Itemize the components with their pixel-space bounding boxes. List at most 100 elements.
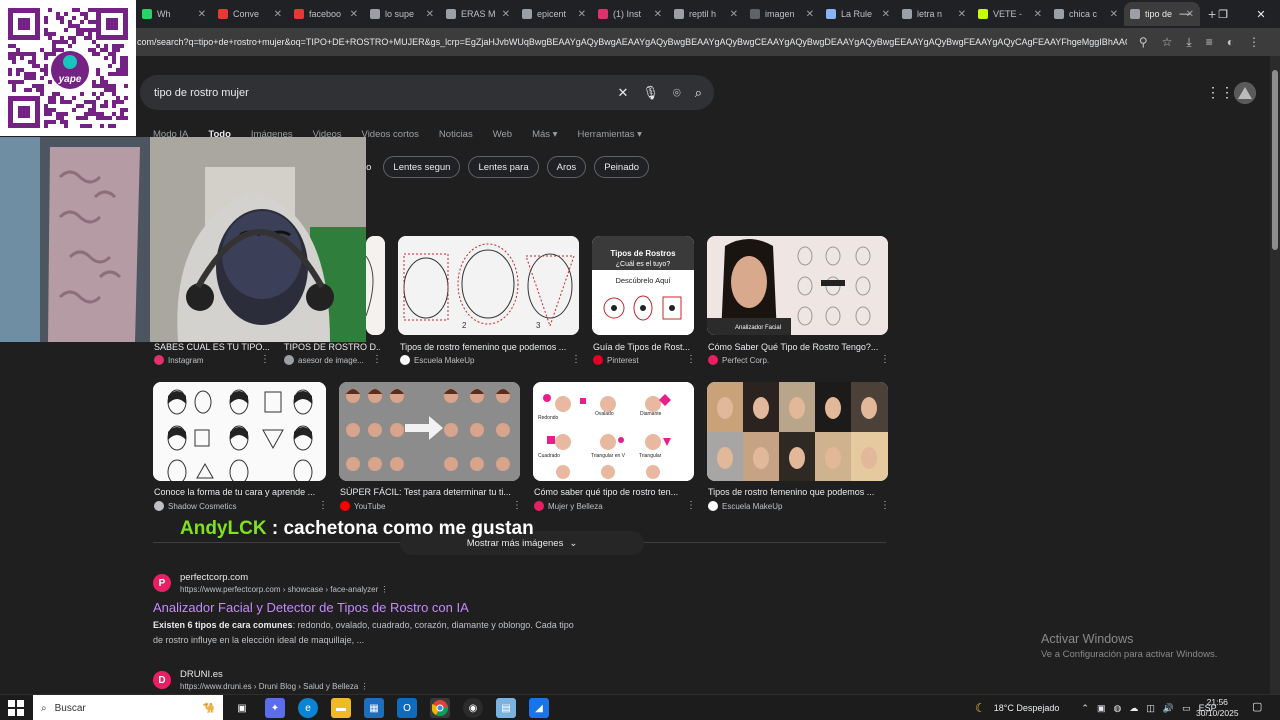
- close-tab-icon[interactable]: ✕: [654, 9, 662, 20]
- more-options-icon[interactable]: ⋮: [361, 682, 369, 691]
- close-tab-icon[interactable]: ✕: [426, 9, 434, 20]
- more-options-icon[interactable]: ⋮: [318, 500, 328, 511]
- battery-icon[interactable]: ▭: [1182, 703, 1191, 714]
- notepad-icon[interactable]: ▤: [496, 698, 516, 718]
- search-icon[interactable]: ⌕: [695, 85, 702, 101]
- copilot-icon[interactable]: ✦: [265, 698, 285, 718]
- app-icon[interactable]: ◢: [529, 698, 549, 718]
- windows-start-icon[interactable]: [8, 700, 24, 716]
- close-tab-icon[interactable]: ✕: [502, 9, 510, 20]
- image-caption[interactable]: SABES CUAL ES TU TIPO...: [154, 342, 269, 352]
- image-caption[interactable]: Cómo saber qué tipo de rostro ten...: [534, 487, 694, 497]
- bookmark-star-icon[interactable]: ☆: [1162, 35, 1173, 49]
- more-options-icon[interactable]: ⋮: [686, 354, 696, 365]
- image-source[interactable]: Mujer y Belleza: [534, 501, 603, 511]
- search-box[interactable]: tipo de rostro mujer ✕ 🎙 ⌾ ⌕: [140, 75, 714, 110]
- more-options-icon[interactable]: ⋮: [512, 500, 522, 511]
- image-result-thumbnail[interactable]: Tipos de Rostros ¿Cuál es el tuyo? Descú…: [592, 236, 694, 335]
- browser-tab[interactable]: La Rule ✕: [820, 2, 896, 26]
- result-title-link[interactable]: Analizador Facial y Detector de Tipos de…: [153, 600, 469, 615]
- task-view-icon[interactable]: ▣: [232, 698, 252, 718]
- more-options-icon[interactable]: ⋮: [372, 354, 382, 365]
- close-tab-icon[interactable]: ✕: [578, 9, 586, 20]
- minimize-button[interactable]: —: [1166, 0, 1204, 28]
- tray-app-icon[interactable]: ☁: [1129, 703, 1138, 714]
- more-options-icon[interactable]: ⋮: [571, 354, 581, 365]
- image-caption[interactable]: SÚPER FÁCIL: Test para determinar tu ti.…: [340, 487, 520, 497]
- tab-short-videos[interactable]: Videos cortos: [362, 129, 419, 140]
- chevron-up-icon[interactable]: ⌃: [1081, 703, 1089, 714]
- notifications-icon[interactable]: ▢: [1252, 700, 1262, 713]
- lens-icon[interactable]: ⌾: [673, 85, 681, 101]
- image-caption[interactable]: Tipos de rostro femenino que podemos ...: [400, 342, 578, 352]
- close-tab-icon[interactable]: ✕: [730, 9, 738, 20]
- browser-tab[interactable]: imagen ✕: [744, 2, 820, 26]
- close-tab-icon[interactable]: ✕: [958, 9, 966, 20]
- browser-tab[interactable]: lo supe ✕: [364, 2, 440, 26]
- close-tab-icon[interactable]: ✕: [198, 9, 206, 20]
- tab-web[interactable]: Web: [493, 129, 512, 140]
- close-tab-icon[interactable]: ✕: [806, 9, 814, 20]
- chip-peinado[interactable]: Peinado: [594, 156, 650, 178]
- close-tab-icon[interactable]: ✕: [274, 9, 282, 20]
- browser-tab[interactable]: Wh ✕: [136, 2, 212, 26]
- close-tab-icon[interactable]: ✕: [1110, 9, 1118, 20]
- image-caption[interactable]: Tipos de rostro femenino que podemos ...: [708, 487, 888, 497]
- weather-label[interactable]: 18°C Despejado: [994, 703, 1060, 713]
- browser-tab[interactable]: faceboo ✕: [288, 2, 364, 26]
- file-explorer-icon[interactable]: ▬: [331, 698, 351, 718]
- store-icon[interactable]: ▦: [364, 698, 384, 718]
- more-options-icon[interactable]: ⋮: [880, 354, 890, 365]
- browser-tab[interactable]: reptil h ✕: [668, 2, 744, 26]
- image-result-thumbnail[interactable]: Redondo Ovalado Diamante Cuadrado Triang…: [533, 382, 694, 481]
- browser-tab[interactable]: epicent ✕: [516, 2, 592, 26]
- obs-icon[interactable]: ◉: [463, 698, 483, 718]
- image-result-thumbnail[interactable]: Analizador Facial: [707, 236, 888, 335]
- image-source[interactable]: Shadow Cosmetics: [154, 501, 236, 511]
- location-icon[interactable]: ⚲: [1139, 35, 1148, 49]
- clear-icon[interactable]: ✕: [617, 85, 628, 101]
- image-result-thumbnail[interactable]: [707, 382, 888, 481]
- chip-lentes-segun[interactable]: Lentes segun: [383, 156, 461, 178]
- image-result-thumbnail[interactable]: [339, 382, 520, 481]
- image-source[interactable]: Instagram: [154, 355, 204, 365]
- browser-tab[interactable]: letra n ✕: [896, 2, 972, 26]
- more-options-icon[interactable]: ⋮: [880, 500, 890, 511]
- browser-tab[interactable]: VETE - ✕: [972, 2, 1048, 26]
- chrome-icon[interactable]: [430, 698, 450, 718]
- result-breadcrumb[interactable]: https://www.perfectcorp.com › showcase ›…: [180, 585, 389, 594]
- tray-app-icon[interactable]: ▣: [1097, 703, 1106, 714]
- volume-icon[interactable]: 🔊: [1163, 703, 1174, 714]
- image-caption[interactable]: TIPOS DE ROSTRO D...: [284, 342, 380, 352]
- image-result-thumbnail[interactable]: 2 3: [398, 236, 579, 335]
- close-tab-icon[interactable]: ✕: [882, 9, 890, 20]
- browser-tab[interactable]: (1) Inst ✕: [592, 2, 668, 26]
- image-source[interactable]: Escuela MakeUp: [708, 501, 782, 511]
- restore-button[interactable]: ❐: [1204, 0, 1242, 28]
- search-input[interactable]: tipo de rostro mujer: [154, 87, 249, 99]
- account-avatar[interactable]: [1234, 82, 1256, 104]
- outlook-icon[interactable]: O: [397, 698, 417, 718]
- result-site-name[interactable]: perfectcorp.com: [180, 572, 248, 583]
- image-source[interactable]: Perfect Corp.: [708, 355, 769, 365]
- more-options-icon[interactable]: ⋮: [686, 500, 696, 511]
- image-caption[interactable]: Conoce la forma de tu cara y aprende ...: [154, 487, 326, 497]
- image-result-thumbnail[interactable]: [366, 236, 385, 335]
- chip-lentes-para[interactable]: Lentes para: [468, 156, 539, 178]
- page-scrollbar[interactable]: [1270, 56, 1280, 694]
- network-icon[interactable]: ◫: [1146, 703, 1155, 714]
- tab-more[interactable]: Más ▾: [532, 129, 557, 140]
- result-breadcrumb[interactable]: https://www.druni.es › Druni Blog › Salu…: [180, 682, 369, 691]
- close-tab-icon[interactable]: ✕: [350, 9, 358, 20]
- browser-tab[interactable]: ERAS M ✕: [440, 2, 516, 26]
- chip-aros[interactable]: Aros: [546, 156, 587, 178]
- browser-tab[interactable]: chica c ✕: [1048, 2, 1124, 26]
- url-field[interactable]: com/search?q=tipo+de+rostro+mujer&oq=TIP…: [137, 28, 1127, 56]
- taskbar-search[interactable]: ⌕ Buscar 🐪: [33, 695, 223, 720]
- site-favicon[interactable]: P: [153, 574, 171, 592]
- image-source[interactable]: Escuela MakeUp: [400, 355, 474, 365]
- more-options-icon[interactable]: ⋮: [260, 354, 270, 365]
- image-caption[interactable]: Guía de Tipos de Rost...: [593, 342, 693, 352]
- clock[interactable]: 21:56 30/10/2025: [1196, 697, 1239, 719]
- image-caption[interactable]: Cómo Saber Qué Tipo de Rostro Tengo?...: [708, 342, 888, 352]
